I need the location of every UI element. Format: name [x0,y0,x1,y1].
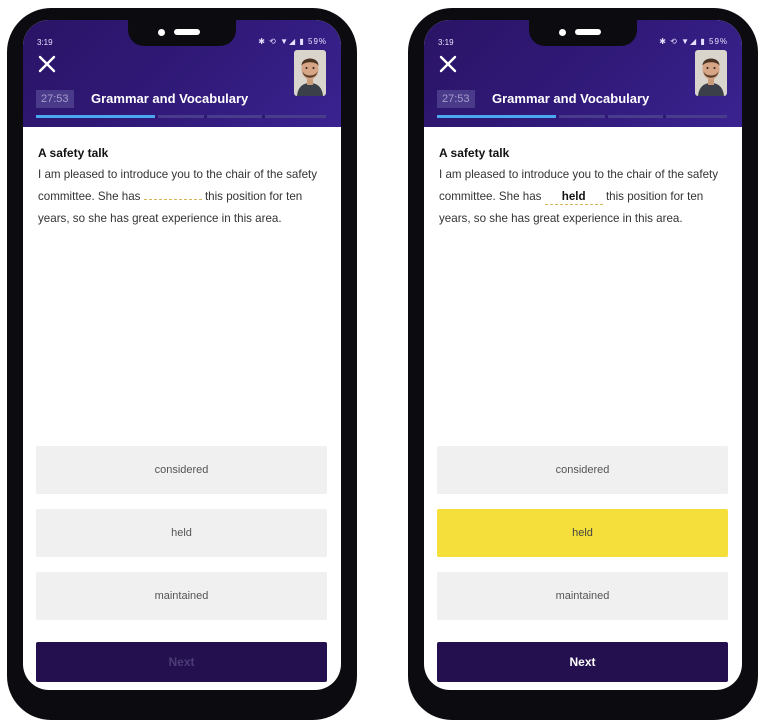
option-considered[interactable]: considered [36,446,327,494]
status-icons: ✱ ⟲ ▼◢ ▮ 59% [659,37,728,46]
phone-frame-left: 3:19 ✱ ⟲ ▼◢ ▮ 59% 27:53 Grammar and Voca… [7,8,357,720]
answer-blank[interactable]: held [544,190,603,205]
close-icon[interactable] [37,54,57,74]
progress-fill [36,115,155,118]
question-title: A safety talk [439,146,510,160]
option-maintained[interactable]: maintained [36,572,327,620]
screen: 3:19 ✱ ⟲ ▼◢ ▮ 59% 27:53 Grammar and Voca… [424,20,742,690]
close-icon[interactable] [438,54,458,74]
avatar [294,50,326,96]
progress-bar [437,115,727,118]
header-title: Grammar and Vocabulary [492,91,650,106]
answer-blank[interactable] [143,199,202,200]
status-time: 3:19 [438,38,454,47]
avatar [695,50,727,96]
status-time: 3:19 [37,38,53,47]
quiz-header: 3:19 ✱ ⟲ ▼◢ ▮ 59% 27:53 Grammar and Voca… [23,20,341,127]
progress-fill [437,115,556,118]
screen: 3:19 ✱ ⟲ ▼◢ ▮ 59% 27:53 Grammar and Voca… [23,20,341,690]
option-considered[interactable]: considered [437,446,728,494]
quiz-header: 3:19 ✱ ⟲ ▼◢ ▮ 59% 27:53 Grammar and Voca… [424,20,742,127]
status-icons: ✱ ⟲ ▼◢ ▮ 59% [258,37,327,46]
header-title: Grammar and Vocabulary [91,91,249,106]
option-held[interactable]: held [437,509,728,557]
phone-frame-right: 3:19 ✱ ⟲ ▼◢ ▮ 59% 27:53 Grammar and Voca… [408,8,758,720]
option-held[interactable]: held [36,509,327,557]
question-text: I am pleased to introduce you to the cha… [439,164,727,230]
camera-notch [529,20,637,46]
question-area: A safety talk I am pleased to introduce … [38,146,326,230]
camera-notch [128,20,236,46]
option-maintained[interactable]: maintained [437,572,728,620]
question-area: A safety talk I am pleased to introduce … [439,146,727,230]
next-button[interactable]: Next [437,642,728,682]
question-text: I am pleased to introduce you to the cha… [38,164,326,230]
timer: 27:53 [437,90,475,108]
timer: 27:53 [36,90,74,108]
question-title: A safety talk [38,146,109,160]
next-button[interactable]: Next [36,642,327,682]
progress-bar [36,115,326,118]
